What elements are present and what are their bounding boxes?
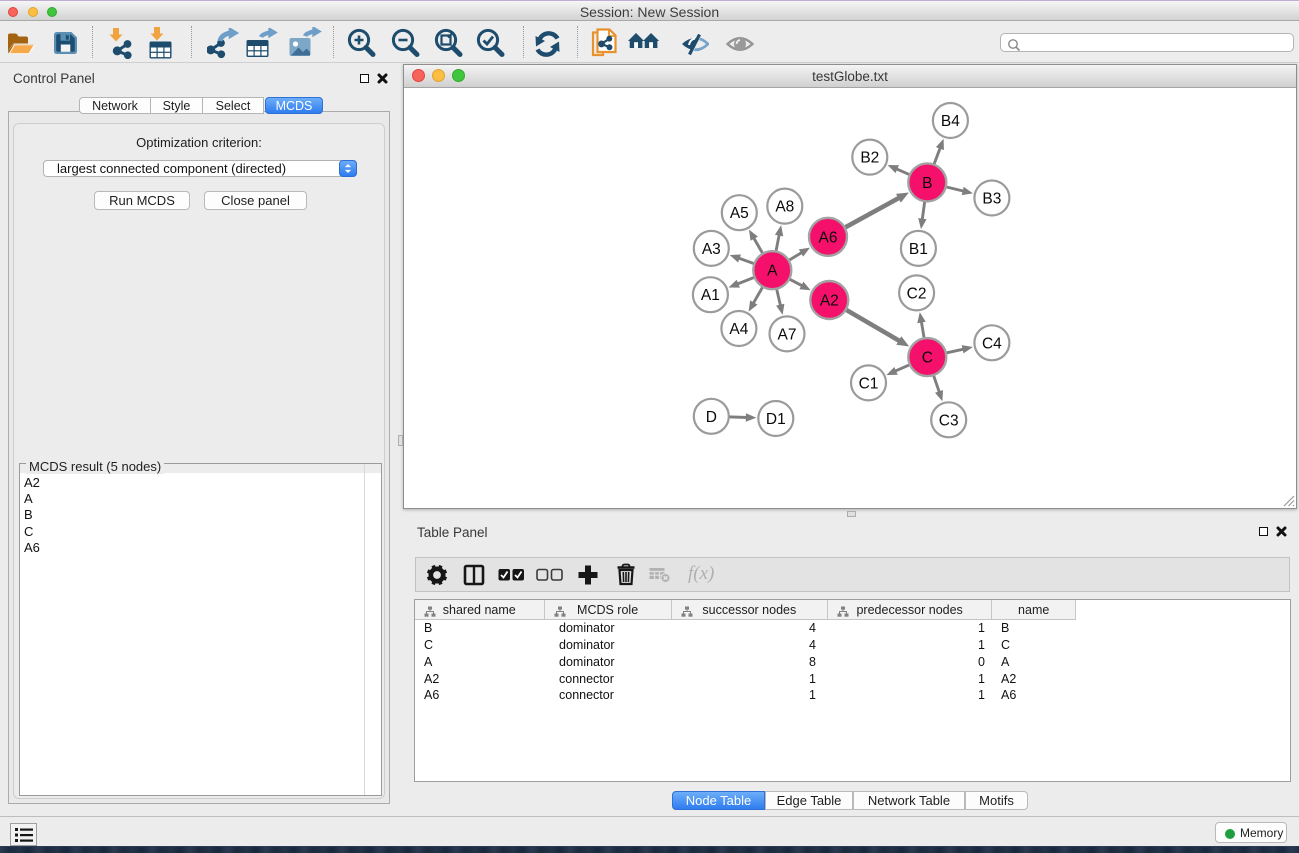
svg-text:D: D — [706, 409, 717, 426]
svg-text:C4: C4 — [982, 335, 1002, 352]
svg-text:C3: C3 — [939, 412, 959, 429]
svg-text:A8: A8 — [775, 199, 794, 216]
svg-text:A1: A1 — [701, 287, 720, 304]
svg-text:B4: B4 — [941, 113, 960, 130]
svg-text:B1: B1 — [909, 241, 928, 258]
svg-text:C1: C1 — [859, 375, 879, 392]
svg-text:B: B — [922, 175, 932, 192]
svg-text:C2: C2 — [907, 285, 927, 302]
svg-text:D1: D1 — [766, 411, 786, 428]
svg-text:A2: A2 — [820, 293, 839, 310]
svg-text:B2: B2 — [860, 150, 879, 167]
svg-text:A6: A6 — [819, 229, 838, 246]
svg-text:A5: A5 — [730, 205, 749, 222]
svg-text:A4: A4 — [729, 321, 748, 338]
svg-text:C: C — [922, 350, 933, 367]
svg-text:B3: B3 — [982, 191, 1001, 208]
svg-text:A: A — [767, 263, 778, 280]
svg-text:A3: A3 — [702, 241, 721, 258]
svg-text:A7: A7 — [778, 326, 797, 343]
